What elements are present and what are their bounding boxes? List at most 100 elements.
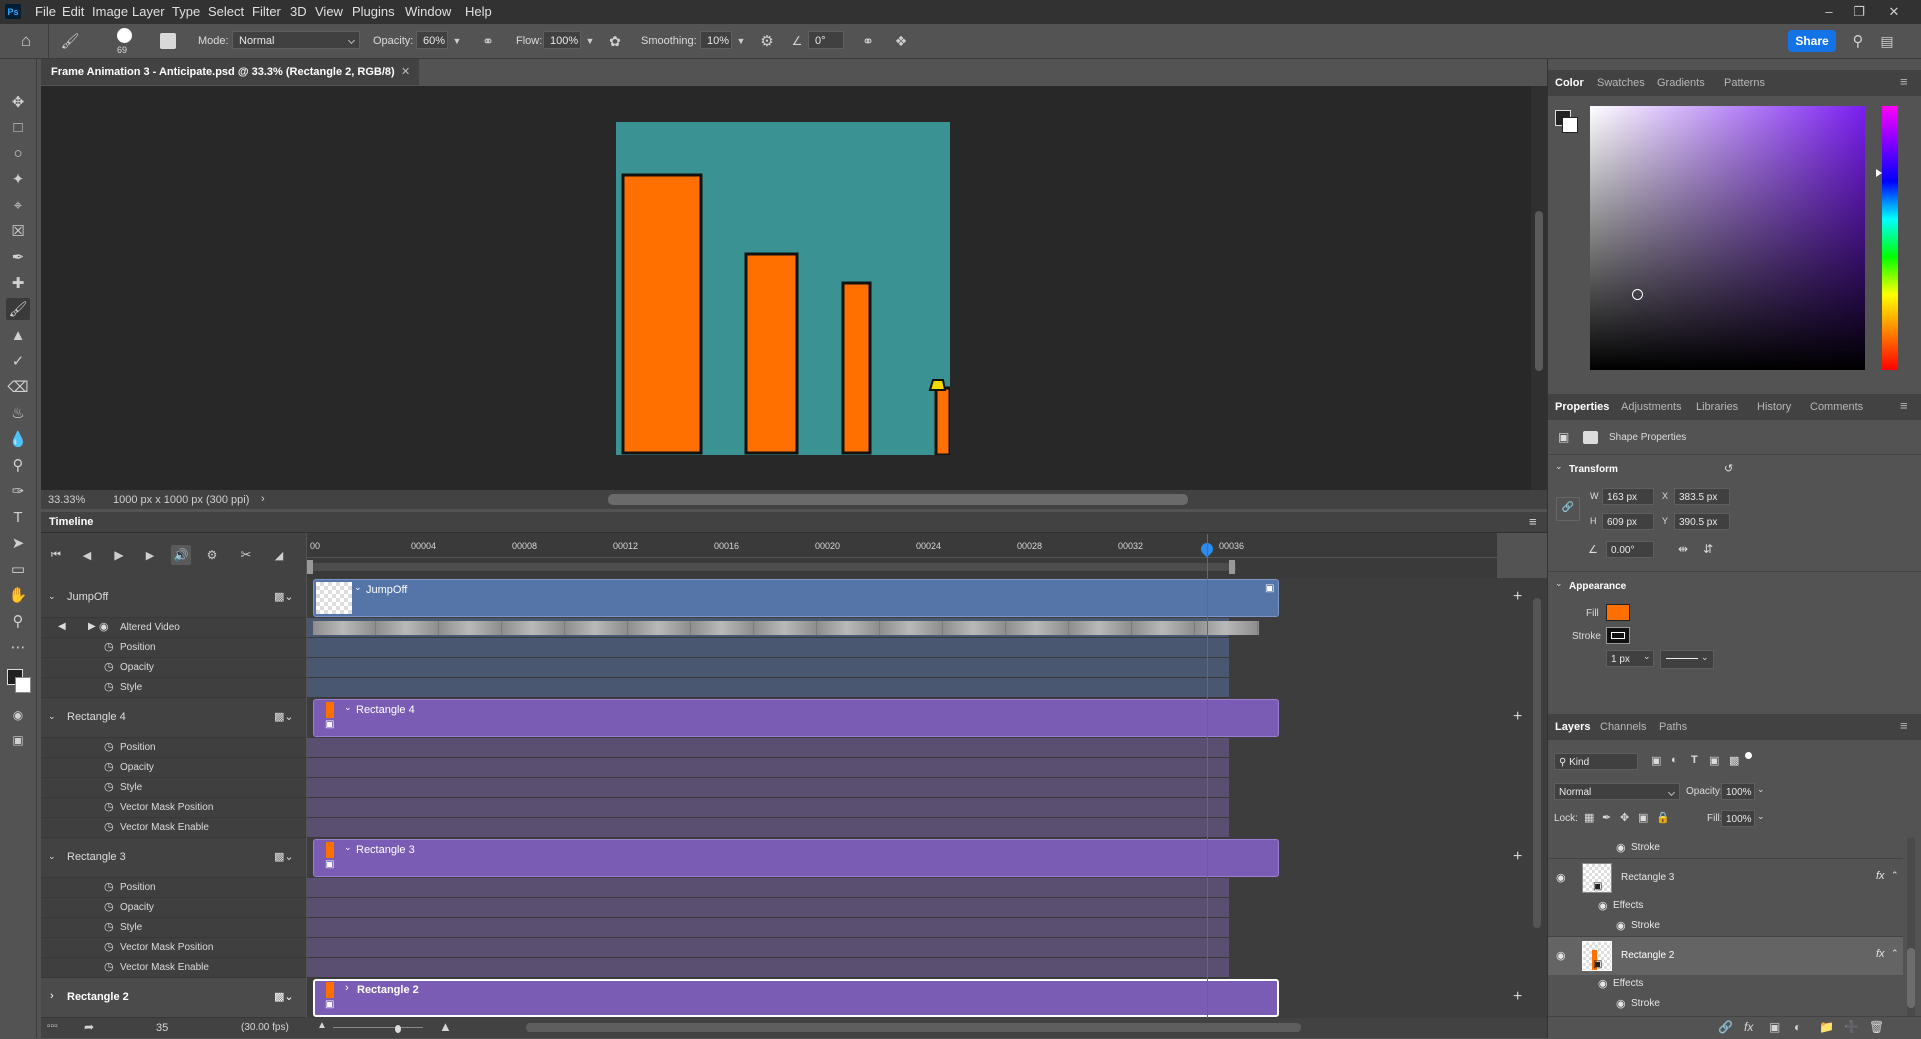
layer-effects-row[interactable]: ◉ Effects: [1548, 896, 1903, 916]
status-menu-arrow-icon[interactable]: ›: [261, 493, 265, 505]
film-icon[interactable]: ▩⌄: [274, 850, 294, 863]
chevron-down-icon[interactable]: ⌄: [1757, 811, 1765, 822]
pen-tool-icon[interactable]: ✑: [6, 480, 30, 502]
tab-comments[interactable]: Comments: [1810, 401, 1863, 413]
stamp-tool-icon[interactable]: ▲: [6, 324, 30, 346]
menu-select[interactable]: Select: [208, 4, 244, 19]
panel-menu-icon[interactable]: ≡: [1900, 74, 1908, 89]
menu-file[interactable]: File: [35, 4, 56, 19]
work-area-bar[interactable]: [313, 563, 1236, 571]
stopwatch-icon[interactable]: ◷: [104, 900, 114, 913]
background-color-swatch[interactable]: [1562, 117, 1578, 133]
rectangle-2-shape[interactable]: [841, 281, 872, 455]
tab-adjustments[interactable]: Adjustments: [1621, 401, 1682, 413]
previous-frame-icon[interactable]: ◀: [79, 546, 95, 564]
menu-plugins[interactable]: Plugins: [352, 4, 395, 19]
quick-mask-icon[interactable]: ◉: [6, 704, 30, 726]
timeline-scroll-thumb[interactable]: [1533, 598, 1541, 928]
chevron-down-icon[interactable]: ⌄: [344, 702, 352, 713]
lock-position-icon[interactable]: ✥: [1620, 811, 1629, 824]
filter-pixel-icon[interactable]: ▣: [1651, 754, 1661, 767]
tab-layers[interactable]: Layers: [1555, 721, 1590, 733]
tab-libraries[interactable]: Libraries: [1696, 401, 1738, 413]
filter-type-icon[interactable]: T: [1691, 754, 1698, 766]
stopwatch-icon[interactable]: ◷: [104, 760, 114, 773]
eye-icon[interactable]: ◉: [1556, 949, 1566, 962]
layer-effect-row[interactable]: ◉ Stroke: [1548, 838, 1903, 858]
stroke-color-swatch[interactable]: [1606, 627, 1630, 644]
brush-tool-icon[interactable]: 🖌: [6, 298, 30, 320]
lasso-tool-icon[interactable]: ○: [6, 142, 30, 164]
paint-bucket-tool-icon[interactable]: ♨: [6, 402, 30, 424]
history-brush-tool-icon[interactable]: ✓: [6, 350, 30, 372]
eye-icon[interactable]: ◉: [99, 620, 109, 633]
film-icon[interactable]: ▩⌄: [274, 590, 294, 603]
opacity-input[interactable]: 60%: [416, 31, 448, 49]
zoom-slider-handle[interactable]: [395, 1025, 401, 1033]
split-scissors-icon[interactable]: ✂: [237, 546, 255, 564]
timeline-title[interactable]: Timeline: [49, 516, 93, 528]
chevron-right-icon[interactable]: ›: [345, 982, 349, 994]
transition-icon[interactable]: ◢: [271, 546, 287, 564]
zoom-tool-icon[interactable]: ⚲: [6, 610, 30, 632]
clip-rectangle-3[interactable]: ▣ ⌄ Rectangle 3: [313, 839, 1279, 877]
workspace-icon[interactable]: ▤: [1876, 31, 1898, 51]
stopwatch-icon[interactable]: ◷: [104, 680, 114, 693]
chevron-down-icon[interactable]: ⌄: [1555, 461, 1563, 472]
fx-badge[interactable]: fx: [1876, 870, 1885, 882]
convert-frames-icon[interactable]: ▫▫▫: [47, 1021, 58, 1032]
add-media-icon[interactable]: +: [1513, 708, 1522, 726]
stopwatch-icon[interactable]: ◷: [104, 740, 114, 753]
filter-toggle[interactable]: [1745, 752, 1752, 759]
menu-filter[interactable]: Filter: [252, 4, 281, 19]
stopwatch-icon[interactable]: ◷: [104, 800, 114, 813]
timeline-layer-rectangle-2[interactable]: › Rectangle 2 ▩⌄: [41, 978, 306, 1018]
stopwatch-icon[interactable]: ◷: [104, 940, 114, 953]
magic-wand-tool-icon[interactable]: ✦: [6, 168, 30, 190]
panel-menu-icon[interactable]: ≡: [1900, 398, 1908, 413]
stopwatch-icon[interactable]: ◷: [104, 640, 114, 653]
adjustment-layer-icon[interactable]: ◐: [1794, 1020, 1801, 1034]
rotation-input[interactable]: 0.00°: [1606, 541, 1654, 558]
stopwatch-icon[interactable]: ◷: [104, 880, 114, 893]
panel-menu-icon[interactable]: ≡: [1900, 718, 1908, 733]
link-layers-icon[interactable]: 🔗: [1718, 1020, 1733, 1034]
rectangle-4-shape[interactable]: [621, 173, 703, 455]
minimize-icon[interactable]: –: [1815, 2, 1843, 22]
stopwatch-icon[interactable]: ◷: [104, 820, 114, 833]
eye-icon[interactable]: ◉: [1616, 997, 1626, 1010]
next-keyframe-icon[interactable]: ▶: [88, 621, 96, 632]
panel-menu-icon[interactable]: ≡: [1529, 514, 1537, 529]
tab-channels[interactable]: Channels: [1600, 721, 1646, 733]
tab-color[interactable]: Color: [1555, 77, 1584, 89]
smoothing-input[interactable]: 10%: [700, 31, 732, 49]
chevron-down-icon[interactable]: ⌄: [354, 582, 362, 593]
lock-pixels-icon[interactable]: ✒: [1602, 811, 1611, 824]
clip-rectangle-2[interactable]: ▣ › Rectangle 2: [313, 979, 1279, 1017]
render-video-icon[interactable]: ➦: [84, 1020, 94, 1034]
menu-image[interactable]: Image: [92, 4, 128, 19]
layer-effect-row[interactable]: ◉ Stroke: [1548, 994, 1903, 1014]
stroke-type-select[interactable]: ⌄: [1660, 650, 1714, 669]
chevron-down-icon[interactable]: ⌄: [344, 842, 352, 853]
search-icon[interactable]: ⚲: [1848, 31, 1868, 51]
eye-icon[interactable]: ◉: [1616, 841, 1626, 854]
document-info[interactable]: 1000 px x 1000 px (300 ppi): [113, 494, 249, 506]
chevron-down-icon[interactable]: ⌄: [1701, 652, 1709, 663]
filter-shape-icon[interactable]: ▣: [1709, 754, 1719, 767]
home-icon[interactable]: ⌂: [14, 30, 38, 52]
timeline-layer-rectangle-3[interactable]: ⌄ Rectangle 3 ▩⌄: [41, 838, 306, 878]
mode-select[interactable]: Normal: [232, 31, 360, 49]
color-picker-cursor[interactable]: [1632, 289, 1643, 300]
eye-icon[interactable]: ◉: [1556, 871, 1566, 884]
chevron-down-icon[interactable]: ▼: [734, 33, 748, 49]
first-frame-icon[interactable]: ⏮: [48, 546, 64, 564]
next-frame-icon[interactable]: ▶: [142, 546, 158, 564]
frame-tool-icon[interactable]: ☒: [6, 220, 30, 242]
brush-settings-icon[interactable]: [160, 33, 176, 49]
rectangle-3-shape[interactable]: [744, 252, 799, 455]
reset-transform-icon[interactable]: ↺: [1724, 462, 1733, 475]
tab-swatches[interactable]: Swatches: [1597, 77, 1645, 89]
healing-brush-tool-icon[interactable]: ✚: [6, 272, 30, 294]
eye-icon[interactable]: ◉: [1616, 919, 1626, 932]
